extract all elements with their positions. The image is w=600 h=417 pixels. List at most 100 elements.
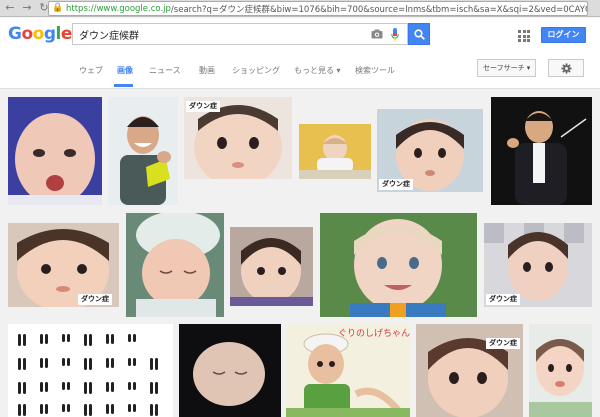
chromosome (89, 382, 92, 394)
chromosome (45, 404, 48, 414)
chromosome (40, 404, 43, 414)
chromosome (18, 382, 21, 394)
image-result[interactable] (299, 124, 371, 179)
chromosome (150, 404, 153, 416)
logo-letter: g (43, 24, 56, 44)
search-box[interactable] (72, 23, 408, 45)
chromosome (111, 358, 114, 368)
back-icon[interactable]: ← (3, 1, 17, 15)
address-bar[interactable]: 🔒 https://www.google.co.jp /search?q=ダウン… (48, 1, 588, 16)
chromosome (155, 404, 158, 416)
search-tabs-bar: ウェブ 画像 ニュース 動画 ショッピング もっと見る ▾ 検索ツール セーフサ… (0, 51, 600, 89)
safe-search-dropdown[interactable]: セーフサーチ ▾ (477, 59, 536, 77)
chromosome (45, 382, 48, 392)
chromosome (128, 358, 131, 366)
chromosome (67, 358, 70, 366)
logo-letter: G (8, 24, 22, 44)
chromosome (84, 358, 87, 370)
tab-news[interactable]: ニュース (149, 65, 181, 76)
camera-icon[interactable] (371, 29, 383, 39)
chromosome (106, 404, 109, 414)
chromosome (128, 334, 131, 342)
image-result[interactable] (529, 324, 592, 417)
chromosome (111, 404, 114, 414)
chromosome (62, 358, 65, 366)
down-syndrome-badge: ダウン症 (486, 338, 520, 349)
chromosome (67, 382, 70, 390)
microphone-icon[interactable] (391, 28, 399, 41)
logo-letter: o (21, 24, 33, 44)
chromosome (150, 358, 153, 370)
image-result[interactable] (8, 97, 102, 205)
chromosome (111, 382, 114, 392)
chromosome (40, 382, 43, 392)
chromosome (84, 334, 87, 346)
google-header: Google ログイン (0, 18, 600, 51)
chromosome (133, 334, 136, 342)
image-results-grid: ダウン症 ダウン症 ダウン症 ダウン症 ぐりのしげちゃん ダウン症 (0, 89, 600, 417)
chromosome (62, 382, 65, 390)
image-result[interactable] (8, 324, 173, 417)
search-input[interactable] (73, 28, 363, 40)
google-logo[interactable]: Google (8, 24, 72, 44)
url-secure-part: https://www.google.co.jp (66, 3, 171, 14)
chromosome (133, 404, 136, 412)
image-result[interactable]: ぐりのしげちゃん (286, 324, 410, 417)
chromosome (67, 334, 70, 342)
chromosome (45, 358, 48, 368)
chromosome (40, 358, 43, 368)
image-result[interactable]: ダウン症 (184, 97, 292, 179)
chromosome (23, 382, 26, 394)
chromosome (18, 334, 21, 346)
chromosome (62, 404, 65, 412)
tab-videos[interactable]: 動画 (199, 65, 215, 76)
image-result[interactable] (491, 97, 592, 205)
tab-images[interactable]: 画像 (117, 65, 133, 76)
chromosome (89, 334, 92, 346)
chromosome (62, 334, 65, 342)
down-syndrome-badge: ダウン症 (186, 101, 220, 112)
tab-search-tools[interactable]: 検索ツール (355, 65, 395, 76)
browser-toolbar: ← → ↻ 🔒 https://www.google.co.jp /search… (0, 0, 600, 17)
chromosome (23, 334, 26, 346)
logo-letter: e (60, 24, 73, 44)
chromosome (128, 382, 131, 390)
search-button[interactable] (408, 23, 430, 45)
chromosome (155, 358, 158, 370)
settings-button[interactable] (548, 59, 584, 77)
chromosome (40, 334, 43, 344)
chromosome (84, 382, 87, 394)
chromosome (150, 382, 153, 394)
tab-web[interactable]: ウェブ (79, 65, 103, 76)
tab-more[interactable]: もっと見る ▾ (294, 65, 341, 76)
image-result[interactable]: ダウン症 (484, 223, 592, 307)
url-path: /search?q=ダウン症候群&biw=1076&bih=700&source… (170, 4, 588, 15)
active-tab-indicator (114, 84, 133, 87)
search-icon (413, 28, 425, 40)
chromosome (18, 358, 21, 370)
image-result[interactable]: ダウン症 (416, 324, 523, 417)
image-result[interactable] (179, 324, 281, 417)
gear-icon (560, 62, 572, 74)
chromosome (89, 358, 92, 370)
image-result[interactable]: ダウン症 (8, 223, 119, 307)
lock-icon: 🔒 (52, 3, 64, 13)
caption-text: ぐりのしげちゃん (338, 329, 410, 339)
chromosome (133, 358, 136, 366)
image-result[interactable] (126, 213, 224, 317)
image-result[interactable] (230, 227, 313, 306)
tab-shopping[interactable]: ショッピング (232, 65, 280, 76)
chromosome (133, 382, 136, 390)
image-result[interactable] (320, 213, 477, 317)
chromosome (84, 404, 87, 416)
image-result[interactable] (108, 97, 178, 205)
chromosome (67, 404, 70, 412)
logo-letter: o (32, 24, 45, 44)
login-button[interactable]: ログイン (541, 27, 586, 43)
image-result[interactable]: ダウン症 (377, 109, 483, 192)
chromosome (23, 404, 26, 416)
chromosome (128, 404, 131, 412)
forward-icon[interactable]: → (20, 1, 34, 15)
chromosome (106, 382, 109, 392)
apps-grid-icon[interactable] (518, 30, 530, 42)
